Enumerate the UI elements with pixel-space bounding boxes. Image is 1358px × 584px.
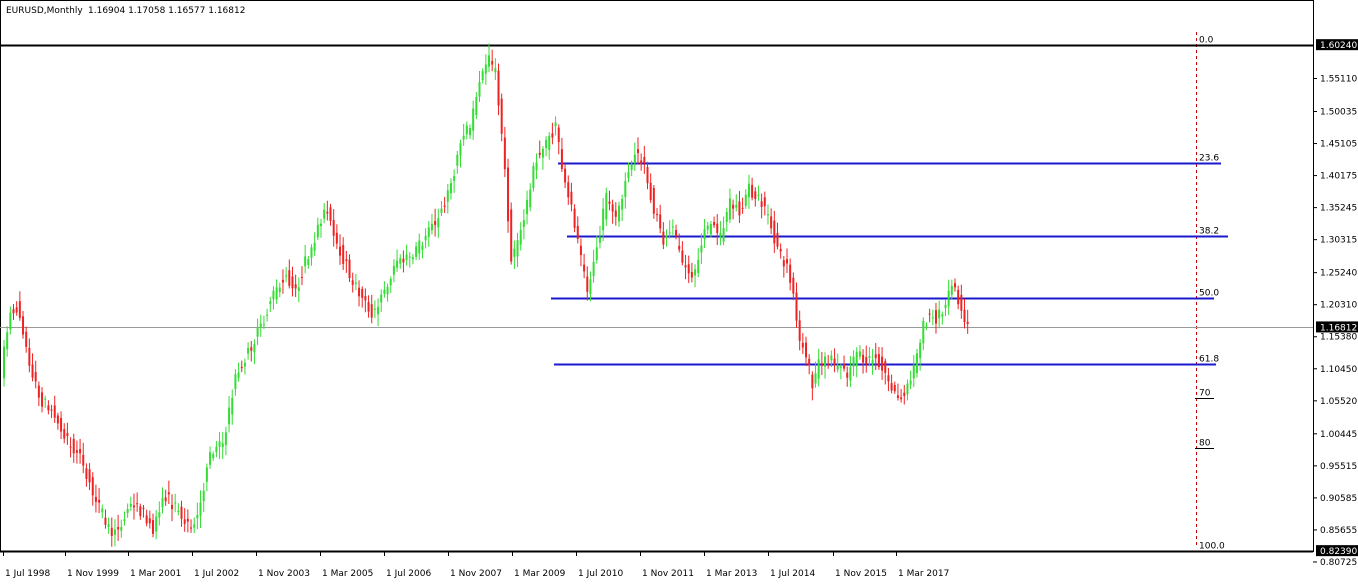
fib-level-label: 38.2 — [1199, 227, 1219, 237]
price-tag: 0.82390 — [1316, 545, 1358, 557]
price-tick-label: 1.55110 — [1320, 75, 1357, 85]
fib-level-label: 70 — [1199, 389, 1211, 399]
price-axis: 1.55110 1.50035 1.45105 1.40175 1.35245 1.303… — [1313, 75, 1357, 568]
price-tag-label: 0.82390 — [1320, 547, 1357, 557]
price-tick-label: 1.50035 — [1320, 107, 1357, 117]
price-tick-label: 1.10450 — [1320, 365, 1357, 375]
price-tag: 1.16812 — [1316, 321, 1358, 333]
time-tick-label: 1 Jul 2006 — [386, 569, 431, 579]
candle — [532, 162, 535, 192]
time-tick-label: 1 Mar 2005 — [322, 569, 373, 579]
price-tick-label: 0.90585 — [1320, 494, 1357, 504]
fib-level-label: 0.0 — [1199, 36, 1214, 46]
price-tick-label: 1.25240 — [1320, 269, 1357, 279]
price-tick-label: 1.15380 — [1320, 333, 1357, 343]
price-tag-label: 1.60240 — [1320, 41, 1357, 51]
price-tick-label: 1.30315 — [1320, 236, 1357, 246]
chart-canvas[interactable]: 0.0 23.6 38.2 50.0 61.8 70 80 100.0 1.55110 1.50… — [0, 0, 1358, 584]
fib-level-label: 100.0 — [1199, 542, 1225, 552]
fib-level-label: 80 — [1199, 439, 1211, 449]
time-tick-label: 1 Nov 2015 — [835, 569, 887, 579]
plot-frame — [0, 0, 1314, 552]
time-tick-label: 1 Nov 2003 — [258, 569, 310, 579]
price-tick-label: 1.20310 — [1320, 301, 1357, 311]
time-tick-label: 1 Jul 1998 — [5, 569, 50, 579]
candle — [510, 202, 513, 265]
price-tick-label: 1.45105 — [1320, 140, 1357, 150]
time-tick-label: 1 Nov 2011 — [642, 569, 694, 579]
price-tag-label: 1.16812 — [1320, 323, 1357, 333]
price-tick-label: 1.00445 — [1320, 430, 1357, 440]
price-tick-label: 0.80725 — [1320, 558, 1357, 568]
price-tick-label: 1.35245 — [1320, 204, 1357, 214]
price-tag: 1.60240 — [1316, 39, 1358, 51]
time-tick-label: 1 Mar 2009 — [514, 569, 566, 579]
fib-level-label: 61.8 — [1199, 355, 1219, 365]
ohlc-values: 1.16904 1.17058 1.16577 1.16812 — [88, 6, 245, 16]
time-tick-label: 1 Mar 2017 — [898, 569, 949, 579]
symbol-label: EURUSD,Monthly — [6, 6, 83, 16]
time-tick-label: 1 Jul 2002 — [194, 569, 239, 579]
time-tick-label: 1 Nov 1999 — [67, 569, 119, 579]
time-tick-label: 1 Jul 2010 — [578, 569, 623, 579]
time-tick-label: 1 Nov 2007 — [450, 569, 502, 579]
price-tick-label: 1.40175 — [1320, 172, 1357, 182]
time-tick-label: 1 Jul 2014 — [770, 569, 815, 579]
fib-level-label: 50.0 — [1199, 289, 1219, 299]
price-tick-label: 0.95515 — [1320, 462, 1357, 472]
time-axis: 1 Jul 1998 1 Nov 1999 1 Mar 2001 1 Jul 2002… — [3, 552, 949, 579]
price-chart[interactable]: 0.0 23.6 38.2 50.0 61.8 70 80 100.0 1.55110 1.50… — [0, 0, 1358, 584]
time-tick-label: 1 Mar 2001 — [130, 569, 181, 579]
time-tick-label: 1 Mar 2013 — [706, 569, 757, 579]
price-tick-label: 0.85655 — [1320, 526, 1357, 536]
fib-level-label: 23.6 — [1199, 154, 1219, 164]
price-tick-label: 1.05520 — [1320, 397, 1357, 407]
